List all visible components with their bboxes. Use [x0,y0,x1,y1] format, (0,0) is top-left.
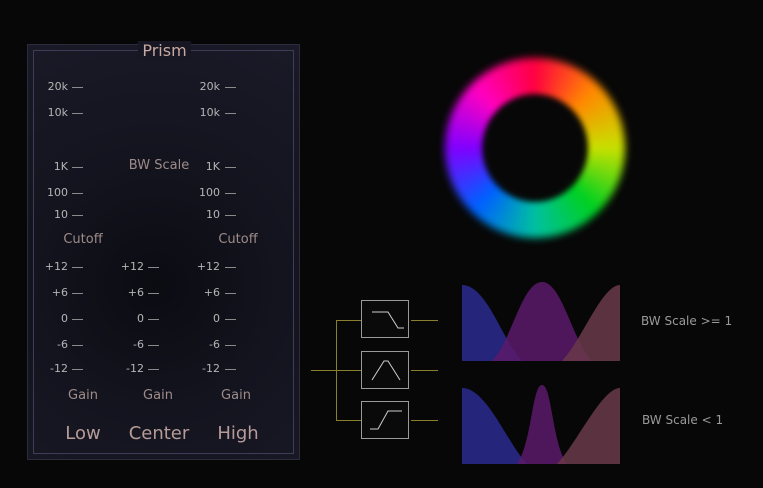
tick-label: 0 [137,312,144,325]
low-gain-label: Gain [68,388,98,403]
high-cutoff-label: Cutoff [218,232,258,247]
color-ring-center [482,94,588,202]
band-label-high: High [217,423,259,444]
tick-label: +6 [127,286,144,299]
tick-label: +12 [196,260,220,273]
prism-panel: Prism 20k 10k 1K 100 10 20k 10k 1K 100 1… [27,41,301,460]
tick-label: -6 [57,338,68,351]
tick-label: +12 [120,260,144,273]
highpass-icon [361,401,409,439]
tick-label: +6 [203,286,220,299]
tick-label: 20k [47,80,68,93]
bw-scale-label[interactable]: BW Scale [123,158,195,173]
tick-label: 0 [61,312,68,325]
tick-label: -12 [50,362,68,375]
bw-wide-label: BW Scale >= 1 [641,314,733,328]
tick-label: 10 [206,208,220,221]
tick-label: 1K [53,160,68,173]
tick-label: 10 [54,208,68,221]
band-label-center: Center [128,423,190,444]
band-label-low: Low [65,423,101,444]
low-cutoff-label: Cutoff [63,232,103,247]
tick-label: -12 [202,362,220,375]
bandpass-icon [361,351,409,389]
center-gain-label: Gain [143,388,173,403]
tick-label: +12 [44,260,68,273]
response-plot-narrow [462,385,620,464]
panel-title: Prism [28,41,301,60]
tick-label: 100 [47,186,68,199]
tick-label: 100 [199,186,220,199]
tick-label: +6 [51,286,68,299]
bw-narrow-label: BW Scale < 1 [642,413,724,427]
tick-label: 10k [47,106,68,119]
response-plot-wide [462,282,620,361]
high-gain-label: Gain [221,388,251,403]
tick-label: -12 [126,362,144,375]
tick-label: 0 [213,312,220,325]
lowpass-icon [361,300,409,338]
tick-label: -6 [209,338,220,351]
tick-label: 20k [199,80,220,93]
tick-label: -6 [133,338,144,351]
tick-label: 10k [199,106,220,119]
